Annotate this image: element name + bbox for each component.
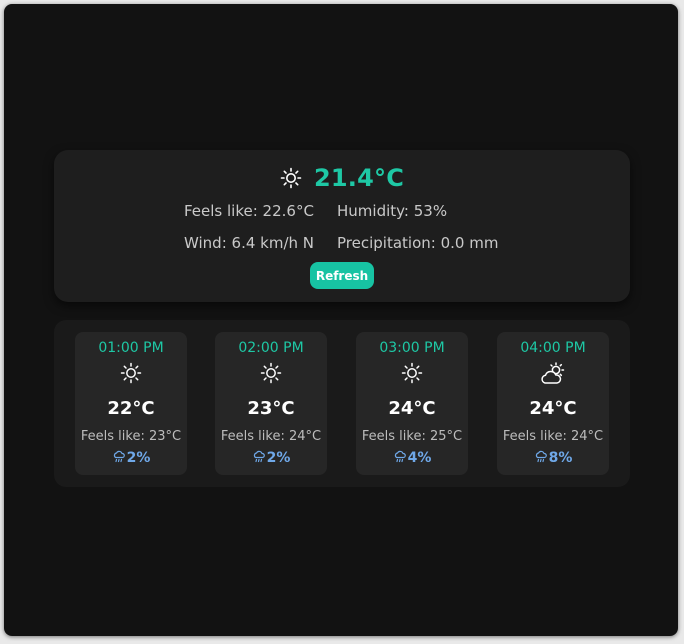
rain-cloud-icon [252, 449, 266, 467]
forecast-temperature: 24°C [388, 398, 436, 419]
forecast-precipitation: 2% [215, 449, 327, 467]
current-details: Feels like: 22.6°C Humidity: 53% Wind: 6… [184, 202, 498, 252]
feels-like-text: Feels like: 22.6°C [184, 202, 314, 220]
forecast-feels-like: Feels like: 25°C [361, 429, 463, 444]
app-window: 21.4°C Feels like: 22.6°C Humidity: 53% … [4, 4, 678, 636]
forecast-card: 01:00 PM 22°C Feels like: 23°C 2% [75, 332, 187, 475]
forecast-temperature: 22°C [107, 398, 155, 419]
forecast-time: 04:00 PM [520, 340, 586, 356]
forecast-precipitation: 4% [356, 449, 468, 467]
forecast-feels-like: Feels like: 24°C [502, 429, 604, 444]
forecast-time: 03:00 PM [379, 340, 445, 356]
rain-cloud-icon [534, 449, 548, 467]
forecast-feels-like: Feels like: 24°C [220, 429, 322, 444]
forecast-card: 03:00 PM 24°C Feels like: 25°C 4% [356, 332, 468, 475]
forecast-time: 02:00 PM [238, 340, 304, 356]
forecast-temperature: 23°C [247, 398, 295, 419]
precipitation-text: Precipitation: 0.0 mm [337, 234, 499, 252]
current-weather-card: 21.4°C Feels like: 22.6°C Humidity: 53% … [54, 150, 630, 302]
precipitation-chance: 2% [126, 450, 151, 466]
precipitation-chance: 2% [266, 450, 291, 466]
sun-icon [75, 362, 187, 384]
sun-icon [280, 167, 302, 189]
forecast-precipitation: 2% [75, 449, 187, 467]
forecast-precipitation: 8% [497, 449, 609, 467]
sun-icon [215, 362, 327, 384]
humidity-text: Humidity: 53% [337, 202, 448, 220]
forecast-time: 01:00 PM [98, 340, 164, 356]
precipitation-chance: 8% [548, 450, 573, 466]
forecast-temperature: 24°C [529, 398, 577, 419]
current-temperature-row: 21.4°C [54, 164, 630, 192]
precipitation-chance: 4% [407, 450, 432, 466]
current-temperature: 21.4°C [313, 164, 405, 192]
rain-cloud-icon [112, 449, 126, 467]
wind-text: Wind: 6.4 km/h N [184, 234, 314, 252]
sun-icon [356, 362, 468, 384]
refresh-button[interactable]: Refresh [310, 262, 374, 289]
rain-cloud-icon [393, 449, 407, 467]
forecast-card: 02:00 PM 23°C Feels like: 24°C 2% [215, 332, 327, 475]
forecast-feels-like: Feels like: 23°C [80, 429, 182, 444]
forecast-card: 04:00 PM 24°C Feels like: 24°C 8% [497, 332, 609, 475]
partly-cloudy-icon [497, 362, 609, 386]
hourly-forecast-panel: 01:00 PM 22°C Feels like: 23°C 2% 02:00 … [54, 320, 630, 487]
